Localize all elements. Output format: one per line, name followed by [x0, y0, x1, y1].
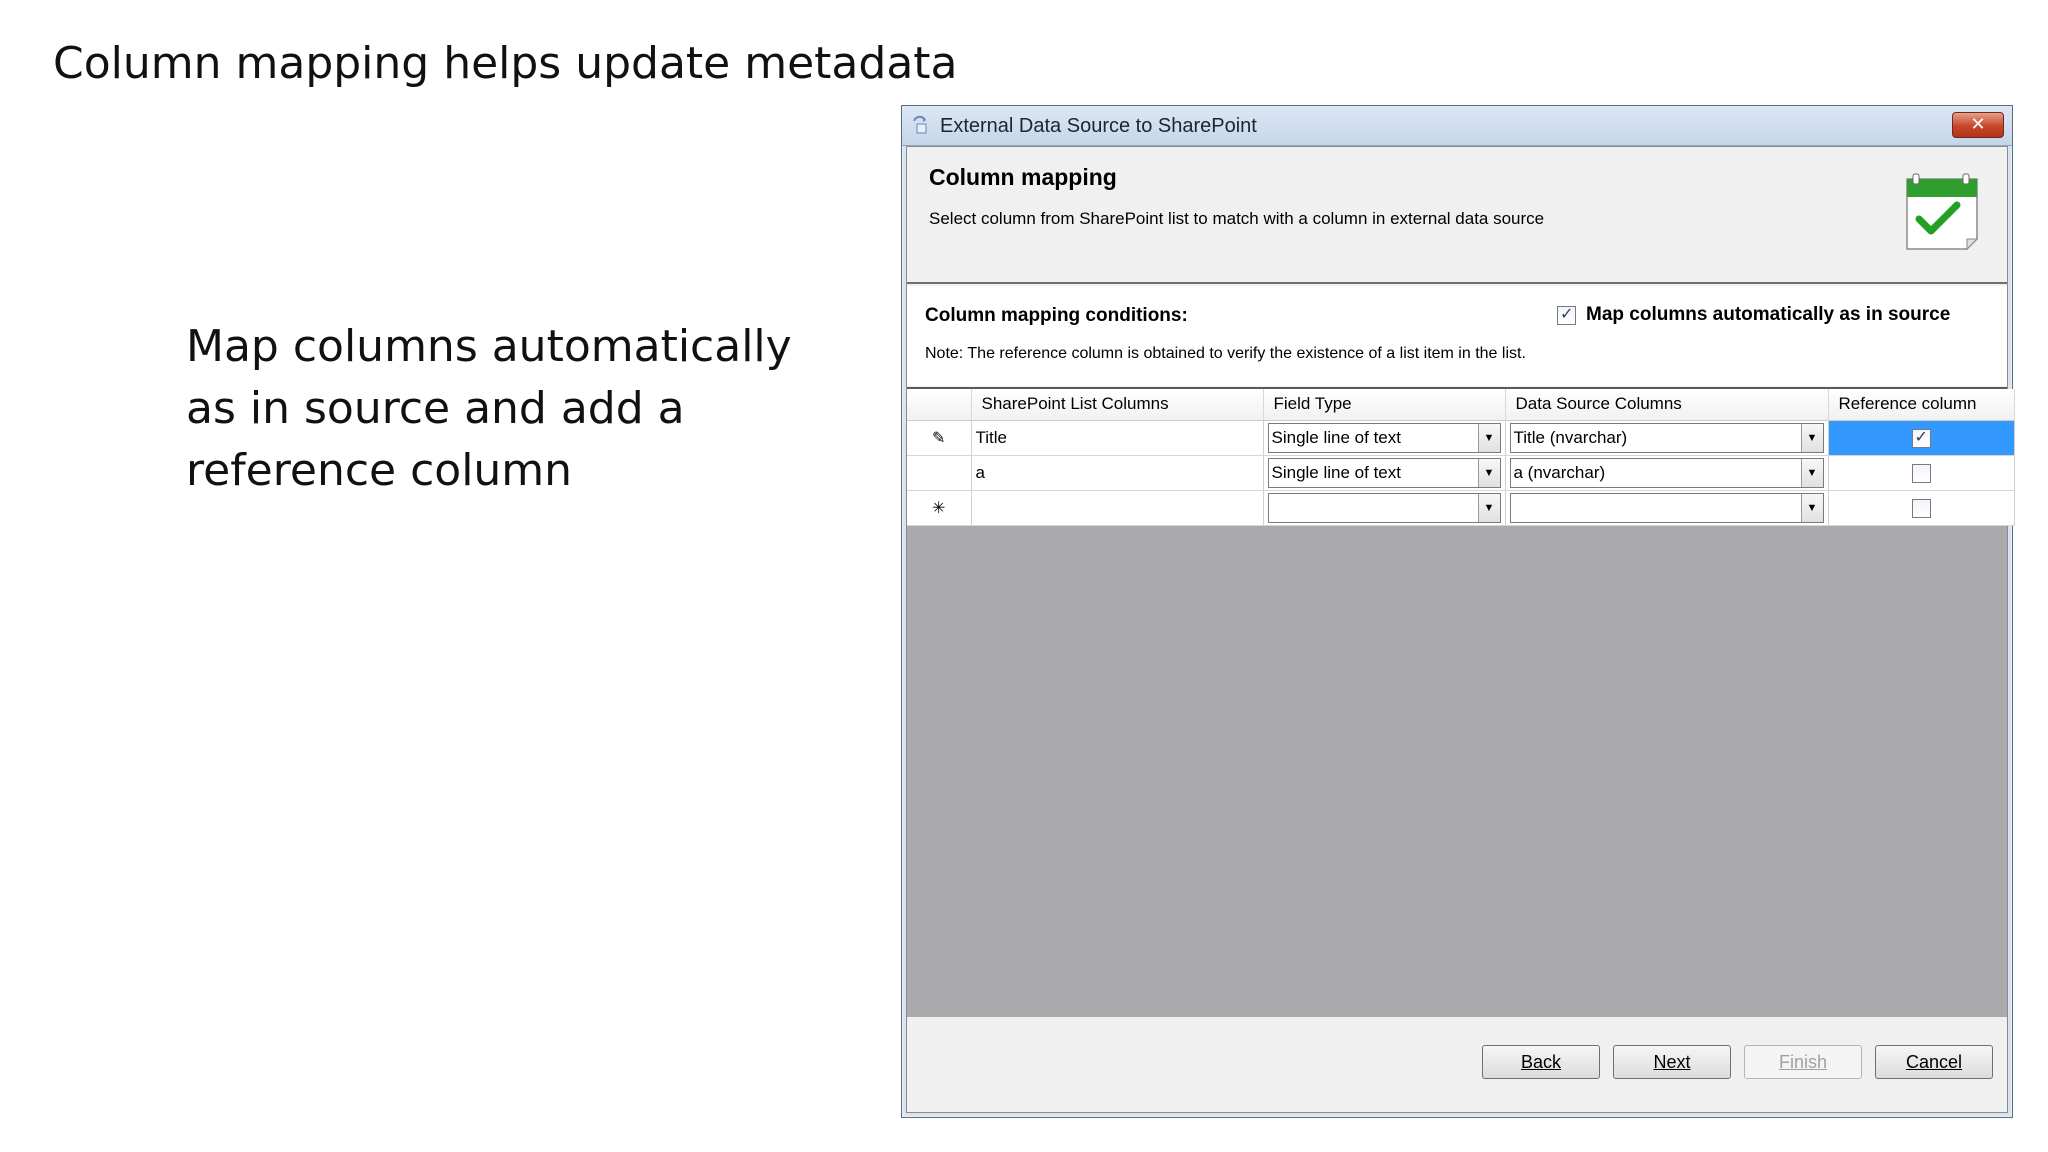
next-button[interactable]: Next: [1613, 1045, 1731, 1079]
conditions-label: Column mapping conditions:: [925, 305, 1188, 326]
table-row[interactable]: a Single line of text ▼ a (nvarchar) ▼: [907, 455, 2015, 491]
chevron-down-icon[interactable]: ▼: [1477, 458, 1500, 487]
table-row-new[interactable]: ✳ ▼ ▼: [907, 490, 2015, 526]
window-titlebar[interactable]: External Data Source to SharePoint ✕: [902, 106, 2012, 146]
slide-body-line: reference column: [186, 445, 573, 496]
finish-button[interactable]: Finish: [1744, 1045, 1862, 1079]
sharepoint-column-cell[interactable]: [971, 490, 1264, 526]
reference-column-cell[interactable]: [1828, 455, 2015, 491]
close-icon: ✕: [1970, 114, 1986, 135]
column-header[interactable]: Reference column: [1828, 389, 2015, 421]
reference-checkbox[interactable]: [1911, 427, 1931, 448]
reference-column-cell[interactable]: [1828, 490, 2015, 526]
auto-map-option[interactable]: Map columns automatically as in source: [1557, 304, 1950, 326]
source-column-dropdown[interactable]: ▼: [1509, 492, 1824, 523]
page-heading: Column mapping: [929, 164, 1117, 190]
column-header[interactable]: Field Type: [1263, 389, 1506, 421]
field-type-dropdown[interactable]: Single line of text ▼: [1267, 422, 1501, 453]
app-icon: [913, 115, 927, 134]
reference-checkbox[interactable]: [1911, 498, 1931, 518]
source-column-dropdown[interactable]: a (nvarchar) ▼: [1509, 457, 1824, 488]
reference-note: Note: The reference column is obtained t…: [925, 345, 1526, 362]
page-description: Select column from SharePoint list to ma…: [929, 209, 1545, 228]
field-type-dropdown[interactable]: ▼: [1267, 492, 1501, 523]
field-type-value: Single line of text: [1271, 462, 1401, 482]
new-row-asterisk-icon: ✳: [907, 490, 972, 526]
chevron-down-icon[interactable]: ▼: [1800, 493, 1823, 522]
source-column-cell[interactable]: ▼: [1505, 490, 1829, 526]
reference-column-cell[interactable]: [1828, 420, 2015, 456]
dialog-client: Column mapping Select column from ShareP…: [906, 146, 2015, 1113]
source-column-dropdown[interactable]: Title (nvarchar) ▼: [1509, 422, 1824, 453]
source-column-cell[interactable]: a (nvarchar) ▼: [1505, 455, 1829, 491]
chevron-down-icon[interactable]: ▼: [1477, 493, 1500, 522]
slide-body-line: Map columns automatically: [186, 321, 792, 372]
field-type-cell[interactable]: ▼: [1263, 490, 1506, 526]
field-type-cell[interactable]: Single line of text ▼: [1263, 455, 1506, 491]
header-panel: Column mapping Select column from ShareP…: [907, 147, 2007, 284]
column-header[interactable]: Data Source Columns: [1505, 389, 1829, 421]
window-title: External Data Source to SharePoint: [940, 115, 1257, 137]
chevron-down-icon[interactable]: ▼: [1800, 458, 1823, 487]
table-row[interactable]: ✎ Title Single line of text ▼ Title (nva…: [907, 420, 2015, 456]
source-column-cell[interactable]: Title (nvarchar) ▼: [1505, 420, 1829, 456]
back-button[interactable]: Back: [1482, 1045, 1600, 1079]
close-button[interactable]: ✕: [1952, 112, 2004, 138]
header-row: SharePoint List Columns Field Type Data …: [907, 389, 2015, 421]
cancel-button[interactable]: Cancel: [1875, 1045, 1993, 1079]
source-column-value: [1511, 494, 1801, 522]
sharepoint-column-cell[interactable]: a: [971, 455, 1264, 491]
slide-body-line: as in source and add a: [186, 383, 685, 434]
mapping-grid[interactable]: SharePoint List Columns Field Type Data …: [907, 387, 2015, 1053]
mapping-table: SharePoint List Columns Field Type Data …: [907, 389, 2015, 526]
field-type-value: Single line of text: [1271, 427, 1401, 447]
chevron-down-icon[interactable]: ▼: [1477, 423, 1500, 452]
slide-body: Map columns automatically as in source a…: [186, 316, 826, 502]
auto-map-label[interactable]: Map columns automatically as in source: [1586, 304, 1950, 326]
edit-pencil-icon: ✎: [907, 420, 972, 456]
sharepoint-column-cell[interactable]: Title: [971, 420, 1264, 456]
source-column-value: a (nvarchar): [1513, 462, 1606, 482]
conditions-panel: [907, 286, 2007, 386]
wizard-window: External Data Source to SharePoint ✕ Col…: [901, 105, 2015, 1118]
calendar-check-icon: [1906, 173, 1979, 251]
row-header-corner: [907, 389, 972, 421]
column-header[interactable]: SharePoint List Columns: [971, 389, 1264, 421]
button-bar: Back Next Finish Cancel: [907, 1017, 2007, 1112]
row-indicator: [907, 455, 972, 491]
field-type-cell[interactable]: Single line of text ▼: [1263, 420, 1506, 456]
slide-title: Column mapping helps update metadata: [53, 38, 958, 89]
reference-checkbox[interactable]: [1911, 463, 1931, 483]
source-column-value: Title (nvarchar): [1513, 427, 1628, 447]
chevron-down-icon[interactable]: ▼: [1800, 423, 1823, 452]
field-type-value: [1269, 494, 1478, 522]
field-type-dropdown[interactable]: Single line of text ▼: [1267, 457, 1501, 488]
auto-map-checkbox[interactable]: [1557, 304, 1576, 325]
